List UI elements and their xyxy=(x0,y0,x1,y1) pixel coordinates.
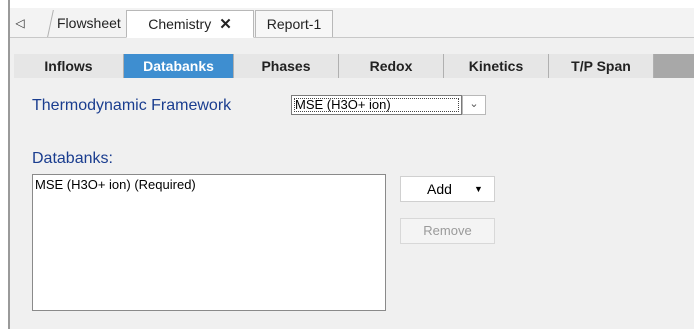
add-button-label: Add xyxy=(427,181,452,197)
tab-kinetics[interactable]: Kinetics xyxy=(444,54,549,78)
document-tab-bar: ◁ Flowsheet Chemistry ✕ Report-1 xyxy=(10,8,694,38)
thermodynamic-framework-label: Thermodynamic Framework xyxy=(32,97,232,114)
add-databank-button[interactable]: Add ▼ xyxy=(400,176,495,202)
tab-chemistry-label: Chemistry xyxy=(148,16,212,32)
tab-report-1-label: Report-1 xyxy=(266,16,322,32)
tab-chemistry[interactable]: Chemistry ✕ xyxy=(126,10,254,38)
list-item[interactable]: MSE (H3O+ ion) (Required) xyxy=(33,175,385,193)
chemistry-panel: Inflows Databanks Phases Redox Kinetics … xyxy=(10,38,694,329)
thermodynamic-framework-value: MSE (H3O+ ion) xyxy=(295,97,391,112)
databanks-label: Databanks: xyxy=(32,150,113,167)
tab-databanks[interactable]: Databanks xyxy=(124,54,234,78)
tab-phases[interactable]: Phases xyxy=(234,54,339,78)
close-icon[interactable]: ✕ xyxy=(219,16,232,33)
tab-flowsheet-label: Flowsheet xyxy=(56,15,121,31)
tab-inflows[interactable]: Inflows xyxy=(14,54,124,78)
chevron-down-icon[interactable]: ⌄ xyxy=(462,95,486,115)
dropdown-arrow-icon[interactable]: ▼ xyxy=(474,177,483,201)
thermodynamic-framework-select[interactable]: MSE (H3O+ ion) xyxy=(291,95,462,115)
scroll-left-icon[interactable]: ◁ xyxy=(10,12,30,34)
tab-redox[interactable]: Redox xyxy=(339,54,444,78)
tab-tp-span[interactable]: T/P Span xyxy=(549,54,654,78)
chemistry-sub-tab-bar: Inflows Databanks Phases Redox Kinetics … xyxy=(14,54,694,78)
remove-databank-button[interactable]: Remove xyxy=(400,218,495,244)
tab-flowsheet[interactable]: Flowsheet xyxy=(47,10,129,37)
databanks-list[interactable]: MSE (H3O+ ion) (Required) xyxy=(32,174,386,311)
tab-report-1[interactable]: Report-1 xyxy=(255,10,333,37)
